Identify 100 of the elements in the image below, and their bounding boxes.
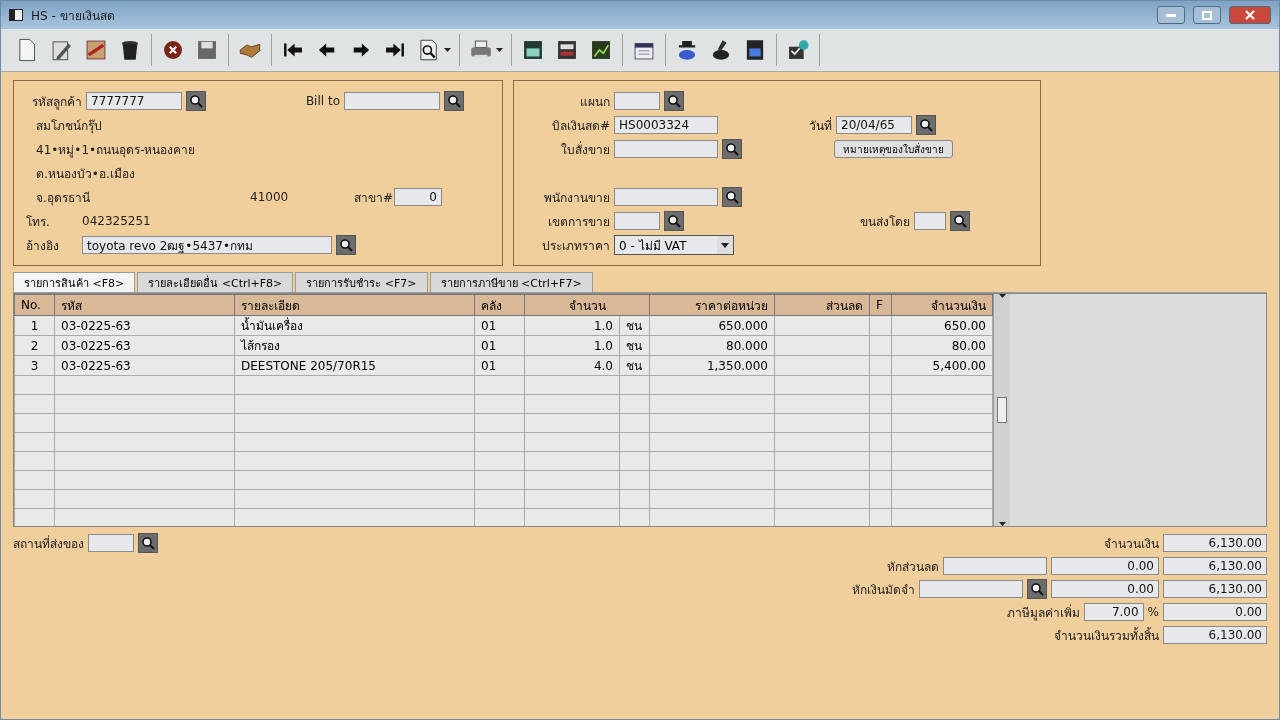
table-cell: 1: [14, 315, 55, 336]
table-cell: 2: [14, 335, 55, 356]
column-header[interactable]: No.: [14, 294, 55, 316]
caret-icon: [998, 522, 1006, 526]
address-line: ต.หนองบัว•อ.เมือง: [35, 165, 135, 183]
column-header[interactable]: รหัส: [54, 294, 235, 316]
total-label: จำนวนเงิน: [1104, 535, 1159, 553]
field-label: ขนส่งโดย: [859, 213, 910, 231]
total-field[interactable]: 6,130.00: [1163, 580, 1267, 598]
discount-field[interactable]: [943, 557, 1047, 575]
field-label: เขตการขาย: [547, 213, 610, 231]
search-button[interactable]: [722, 187, 742, 207]
percent-sign: %: [1147, 605, 1159, 619]
field-label: แผนก: [579, 93, 610, 111]
search-icon: [919, 118, 933, 132]
search-icon: [447, 94, 461, 108]
total-field[interactable]: 6,130.00: [1163, 557, 1267, 575]
total-field[interactable]: 6,130.00: [1163, 534, 1267, 552]
search-button[interactable]: [916, 115, 936, 135]
window-icon: [9, 9, 23, 21]
minimize-icon: [1166, 13, 1176, 17]
search-icon: [953, 214, 967, 228]
sales-order-field[interactable]: [614, 140, 718, 158]
search-icon: [667, 214, 681, 228]
search-button[interactable]: [1027, 579, 1047, 599]
branch-field[interactable]: 0: [394, 188, 442, 206]
search-button[interactable]: [664, 211, 684, 231]
minimize-button[interactable]: [1157, 6, 1185, 24]
search-icon: [667, 94, 681, 108]
search-button[interactable]: [664, 91, 684, 111]
column-header[interactable]: จำนวน: [524, 294, 650, 316]
search-icon: [725, 190, 739, 204]
date-field[interactable]: 20/04/65: [836, 116, 912, 134]
search-button[interactable]: [722, 139, 742, 159]
delivery-place-field[interactable]: [88, 534, 134, 552]
field-label: รหัสลูกค้า: [31, 93, 82, 111]
reference-field[interactable]: toyota revo 2ฒฐ•5437•กทม: [82, 236, 332, 254]
field-label: พนักงานขาย: [543, 189, 610, 207]
bill-number-field[interactable]: HS0003324: [614, 116, 718, 134]
field-label: โทร.: [26, 213, 51, 231]
address-line: 41•หมู่•1•ถนนอุดร-หนองคาย: [35, 141, 196, 159]
search-button[interactable]: [138, 533, 158, 553]
close-icon: [1245, 10, 1255, 20]
search-icon: [725, 142, 739, 156]
sales-order-note-button[interactable]: หมายเหตุของใบสั่งขาย: [834, 140, 953, 158]
sales-zone-field[interactable]: [614, 212, 660, 230]
vat-rate-field[interactable]: 7.00: [1083, 603, 1144, 621]
close-button[interactable]: [1229, 6, 1271, 24]
deposit-amount-field[interactable]: 0.00: [1051, 580, 1159, 598]
deposit-field[interactable]: [919, 580, 1023, 598]
table-cell: 3: [14, 355, 55, 376]
search-icon: [141, 536, 155, 550]
maximize-button[interactable]: [1193, 6, 1221, 24]
field-label: Bill to: [304, 94, 340, 108]
bill-to-field[interactable]: [344, 92, 440, 110]
province-text: จ.อุดรธานี: [35, 189, 91, 207]
search-icon: [189, 94, 203, 108]
scrollbar[interactable]: [993, 294, 1010, 526]
window-title: HS - ขายเงินสด: [31, 7, 116, 25]
field-label: วันที่: [808, 116, 832, 135]
customer-code-field[interactable]: 7777777: [86, 92, 182, 110]
field-label: บิลเงินสด#: [550, 117, 610, 135]
total-label: หักเงินมัดจำ: [852, 581, 915, 599]
field-label: อ้างอิง: [26, 237, 60, 255]
total-field[interactable]: 0.00: [1163, 603, 1267, 621]
column-header[interactable]: ราคาต่อหน่วย: [649, 294, 775, 316]
search-button[interactable]: [186, 91, 206, 111]
field-label: สาขา#: [354, 189, 390, 207]
salesperson-field[interactable]: [614, 188, 718, 206]
caret-icon: [998, 294, 1006, 298]
total-label: ภาษีมูลค่าเพิ่ม: [1006, 603, 1080, 622]
postcode-text: 41000: [250, 190, 290, 204]
field-label: สถานที่ส่งของ: [13, 534, 84, 553]
search-icon: [1030, 582, 1044, 596]
search-icon: [339, 238, 353, 252]
field-label: ใบสั่งขาย: [560, 140, 610, 159]
column-header[interactable]: F: [869, 294, 892, 316]
tab[interactable]: รายการสินค้า <F8>: [13, 272, 136, 292]
total-label: จำนวนเงินรวมทั้งสิ้น: [1054, 626, 1159, 645]
maximize-icon: [1202, 10, 1212, 20]
address-line: สมโภชน์กรุ๊ป: [35, 117, 102, 135]
tab[interactable]: รายละเอียดอื่น <Ctrl+F8>: [137, 272, 294, 292]
price-type-dropdown[interactable]: 0 - ไม่มี VAT: [614, 235, 734, 255]
column-header[interactable]: ส่วนลด: [774, 294, 870, 316]
tab[interactable]: รายการภาษีขาย <Ctrl+F7>: [429, 272, 593, 292]
column-header[interactable]: รายละเอียด: [234, 294, 475, 316]
total-field[interactable]: 6,130.00: [1163, 626, 1267, 644]
tab[interactable]: รายการรับชำระ <F7>: [295, 272, 428, 292]
column-header[interactable]: คลัง: [474, 294, 525, 316]
scrollbar-thumb[interactable]: [997, 397, 1007, 423]
ship-by-field[interactable]: [914, 212, 946, 230]
discount-amount-field[interactable]: 0.00: [1051, 557, 1159, 575]
search-button[interactable]: [950, 211, 970, 231]
phone-text: 042325251: [82, 214, 151, 228]
column-header[interactable]: จำนวนเงิน: [891, 294, 993, 316]
total-label: หักส่วนลด: [887, 558, 939, 576]
field-label: ประเภทราคา: [541, 237, 610, 255]
department-field[interactable]: [614, 92, 660, 110]
search-button[interactable]: [336, 235, 356, 255]
search-button[interactable]: [444, 91, 464, 111]
